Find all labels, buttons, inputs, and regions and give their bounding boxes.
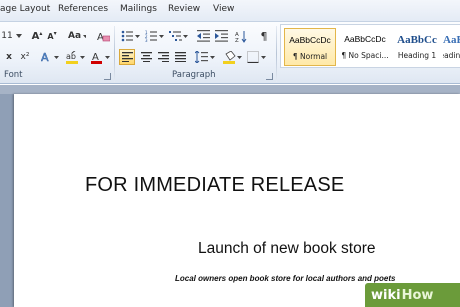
- wikihow-logo: wiki How: [365, 283, 460, 307]
- borders-button[interactable]: [246, 49, 268, 65]
- font-size-field[interactable]: 11: [0, 28, 14, 44]
- decrease-indent-button[interactable]: [196, 28, 210, 44]
- style-preview: AaBb: [443, 34, 460, 46]
- multilevel-list-icon: [169, 31, 188, 41]
- wikihow-logo-how: How: [401, 287, 434, 303]
- style-name: Heading 2: [443, 51, 460, 60]
- align-center-icon: [140, 52, 152, 62]
- borders-icon: [247, 51, 266, 63]
- align-right-icon: [157, 52, 169, 62]
- superscript-button[interactable]: x²: [17, 49, 33, 65]
- tab-page-layout[interactable]: age Layout: [0, 4, 50, 14]
- style-name: Heading 1: [397, 51, 437, 60]
- paragraph-group-label: Paragraph: [172, 70, 216, 80]
- increase-indent-icon: [214, 30, 228, 42]
- style-heading-2[interactable]: AaBb Heading 2: [443, 28, 460, 66]
- chevron-down-icon: [83, 34, 86, 38]
- shrink-font-button[interactable]: A ▾: [46, 28, 58, 44]
- pilcrow-icon: ¶: [260, 29, 268, 43]
- tab-view[interactable]: View: [213, 4, 234, 14]
- paint-bucket-icon: [223, 50, 242, 64]
- tab-mailings[interactable]: Mailings: [120, 4, 157, 14]
- style-preview: AaBbCc: [397, 34, 437, 46]
- multilevel-list-button[interactable]: [168, 28, 190, 44]
- svg-text:ab: ab: [66, 52, 76, 61]
- chevron-down-icon: [16, 34, 22, 38]
- clear-formatting-button[interactable]: A: [96, 28, 110, 44]
- svg-text:A: A: [41, 51, 49, 63]
- styles-gallery: AaBbCcDc ¶ Normal AaBbCcDc ¶ No Spaci...…: [280, 24, 460, 68]
- numbering-button[interactable]: 123: [144, 28, 166, 44]
- style-no-spacing[interactable]: AaBbCcDc ¶ No Spaci...: [339, 28, 391, 66]
- align-right-button[interactable]: [155, 49, 171, 65]
- group-divider: [276, 26, 277, 82]
- ribbon-tabs: age Layout References Mailings Review Vi…: [0, 0, 460, 22]
- font-color-button[interactable]: A: [90, 49, 112, 65]
- align-center-button[interactable]: [138, 49, 154, 65]
- highlight-button[interactable]: ab: [65, 49, 87, 65]
- subscript-icon: x: [6, 52, 12, 62]
- font-dialog-launcher[interactable]: [104, 73, 111, 80]
- font-color-icon: A: [91, 52, 110, 64]
- line-spacing-button[interactable]: [194, 49, 216, 65]
- press-release-heading[interactable]: FOR IMMEDIATE RELEASE: [85, 174, 344, 197]
- align-left-icon: [121, 52, 133, 62]
- sort-icon: A Z: [235, 30, 246, 43]
- grow-font-icon: A: [31, 30, 40, 42]
- style-preview: AaBbCcDc: [289, 35, 331, 45]
- svg-text:3: 3: [145, 38, 148, 42]
- wikihow-logo-wiki: wiki: [371, 287, 401, 303]
- font-size-value: 11: [1, 31, 13, 41]
- shading-button[interactable]: [222, 49, 244, 65]
- show-formatting-button[interactable]: ¶: [258, 28, 270, 44]
- clear-formatting-icon: A: [97, 32, 110, 42]
- font-size-dropdown-button[interactable]: [15, 28, 23, 44]
- text-effects-button[interactable]: A: [40, 49, 62, 65]
- grow-font-button[interactable]: A ▴: [30, 28, 44, 44]
- align-left-button[interactable]: [119, 49, 135, 65]
- style-preview: AaBbCcDc: [344, 34, 386, 44]
- justify-button[interactable]: [172, 49, 188, 65]
- document-subtitle[interactable]: Local owners open book store for local a…: [175, 274, 395, 283]
- paragraph-dialog-launcher[interactable]: [266, 73, 273, 80]
- change-case-icon: Aa: [68, 31, 82, 41]
- decrease-indent-icon: [196, 30, 210, 42]
- tab-review[interactable]: Review: [168, 4, 200, 14]
- numbering-icon: 123: [145, 30, 164, 42]
- line-spacing-icon: [195, 51, 215, 63]
- style-normal[interactable]: AaBbCcDc ¶ Normal: [284, 28, 336, 66]
- sort-button[interactable]: A Z: [234, 28, 248, 44]
- text-effects-icon: A: [41, 51, 59, 63]
- style-name: ¶ Normal: [292, 52, 328, 61]
- bullets-icon: [121, 30, 140, 42]
- svg-text:Z: Z: [235, 38, 239, 43]
- increase-indent-button[interactable]: [214, 28, 228, 44]
- ruler: [0, 85, 460, 94]
- group-divider: [114, 26, 115, 82]
- style-heading-1[interactable]: AaBbCc Heading 1: [391, 28, 443, 66]
- font-group-label: Font: [4, 70, 23, 80]
- tab-references[interactable]: References: [58, 4, 108, 14]
- document-title[interactable]: Launch of new book store: [198, 240, 376, 258]
- justify-icon: [174, 52, 186, 62]
- highlighter-icon: ab: [66, 50, 85, 64]
- subscript-button[interactable]: x: [4, 49, 14, 65]
- style-name: ¶ No Spaci...: [341, 51, 389, 60]
- superscript-icon: x²: [20, 52, 30, 62]
- change-case-button[interactable]: Aa: [68, 28, 86, 44]
- bullets-button[interactable]: [120, 28, 142, 44]
- ribbon: 11 A ▴ A ▾ Aa A x x² A ab A Font 1 2 3 A…: [0, 22, 460, 84]
